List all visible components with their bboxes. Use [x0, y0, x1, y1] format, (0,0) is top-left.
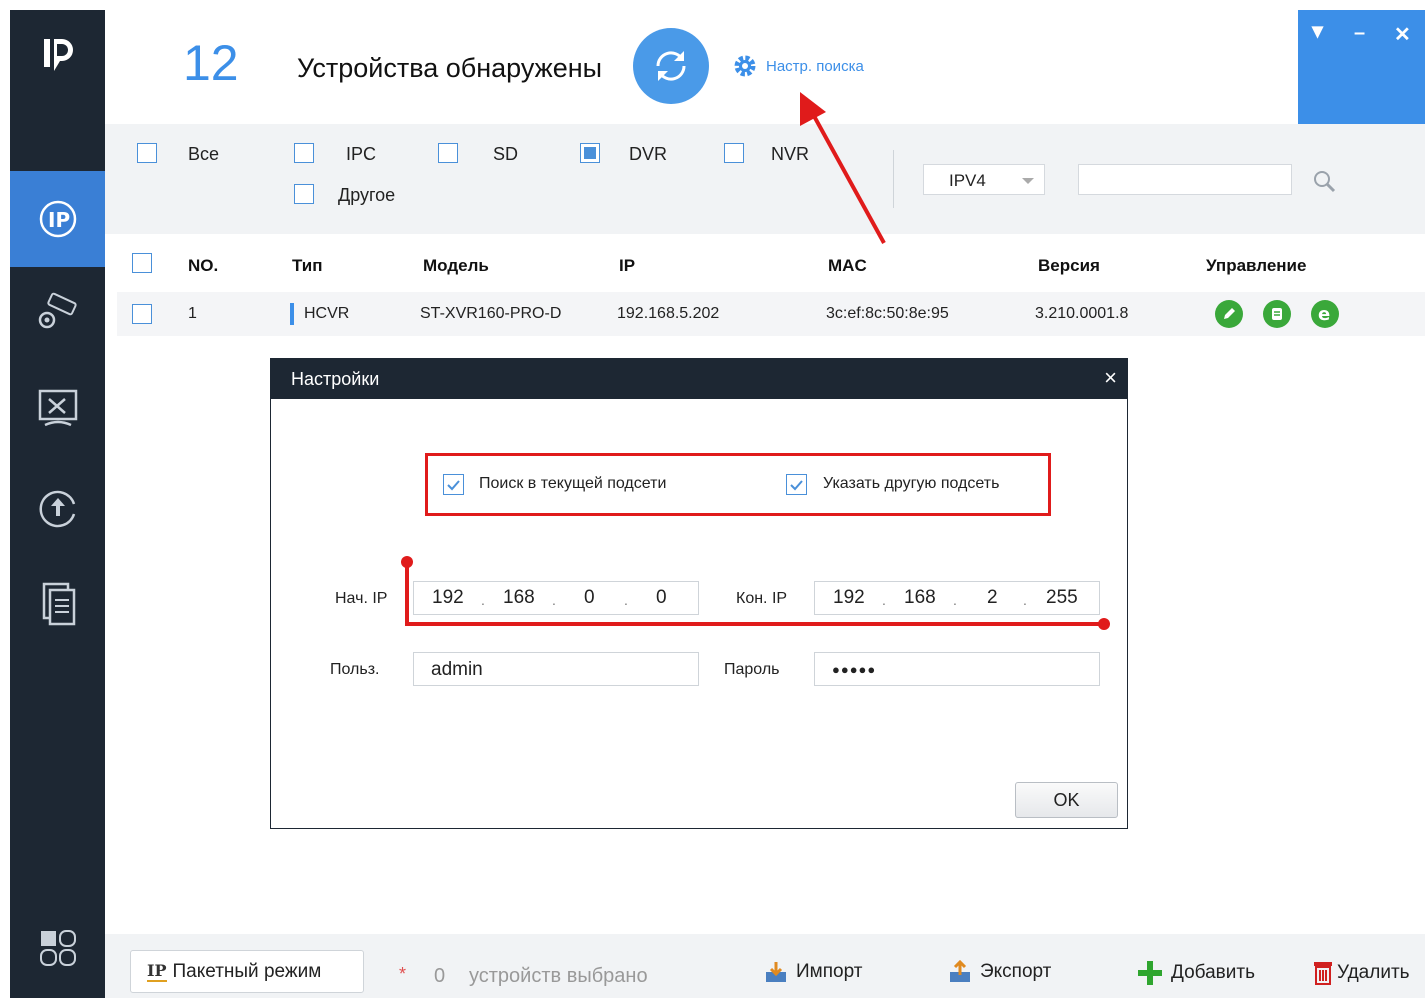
export-icon	[950, 960, 970, 982]
batch-ip-icon: IP	[147, 961, 167, 982]
batch-mode-button[interactable]: IP Пакетный режим	[130, 950, 364, 993]
export-label: Экспорт	[980, 961, 1052, 982]
import-label: Импорт	[796, 961, 863, 982]
import-icon	[766, 962, 786, 982]
annotation-ip-range-line	[405, 562, 1104, 626]
selected-label: устройств выбрано	[469, 965, 648, 987]
import-button[interactable]: Импорт	[764, 960, 862, 984]
annotation-arrow-line	[812, 115, 886, 244]
annotation-arrow-head	[800, 92, 826, 126]
annotation-arrows	[401, 92, 1110, 630]
delete-button[interactable]: Удалить	[1311, 960, 1410, 986]
add-button[interactable]: Добавить	[1137, 960, 1255, 986]
delete-label: Удалить	[1337, 962, 1410, 983]
batch-mode-label: Пакетный режим	[172, 960, 322, 982]
annotation-dot	[1098, 618, 1110, 630]
required-star: *	[399, 964, 407, 984]
plus-icon	[1138, 961, 1162, 985]
export-button[interactable]: Экспорт	[948, 960, 1051, 984]
annotation-dot	[401, 556, 413, 568]
add-label: Добавить	[1171, 962, 1255, 983]
selected-count: 0	[434, 965, 446, 987]
trash-icon	[1314, 962, 1332, 985]
